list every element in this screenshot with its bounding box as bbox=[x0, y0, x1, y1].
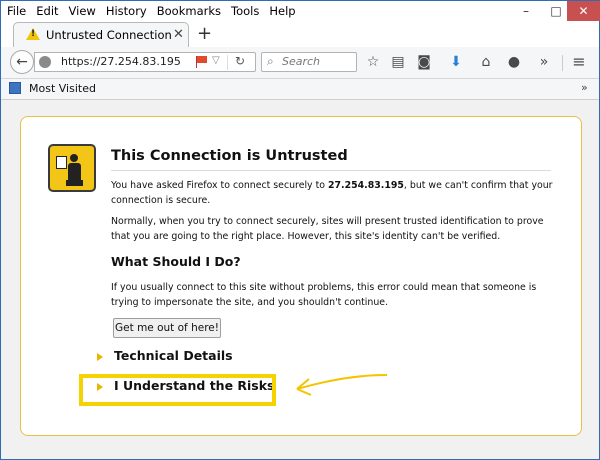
menu-edit[interactable]: Edit bbox=[31, 3, 63, 20]
error-page-container: This Connection is Untrusted You have as… bbox=[20, 116, 582, 436]
title-bar: File Edit View History Bookmarks Tools H… bbox=[1, 1, 600, 22]
tab-close-icon[interactable]: ✕ bbox=[173, 27, 184, 42]
home-icon[interactable]: ⌂ bbox=[478, 53, 494, 71]
intro-text: You have asked Firefox to connect secure… bbox=[111, 180, 328, 191]
menu-bookmarks[interactable]: Bookmarks bbox=[152, 3, 226, 20]
cert-paper bbox=[56, 156, 67, 169]
menu-tools[interactable]: Tools bbox=[226, 3, 264, 20]
menu-file[interactable]: File bbox=[7, 3, 31, 20]
advice-paragraph: If you usually connect to this site with… bbox=[111, 282, 537, 308]
what-should-i-do-heading: What Should I Do? bbox=[111, 254, 241, 269]
menu-bar: File Edit View History Bookmarks Tools H… bbox=[7, 3, 301, 20]
technical-details-expander[interactable]: Technical Details bbox=[114, 348, 233, 363]
url-divider bbox=[227, 55, 228, 70]
flag-icon bbox=[197, 56, 207, 63]
toolbar-divider bbox=[562, 55, 563, 71]
star-icon[interactable]: ☆ bbox=[365, 53, 381, 71]
hello-icon[interactable]: ● bbox=[506, 53, 522, 71]
close-window-button[interactable]: ✕ bbox=[567, 1, 600, 21]
menu-view[interactable]: View bbox=[64, 3, 101, 20]
bookmark-folder-icon bbox=[9, 82, 21, 94]
minimize-button[interactable]: – bbox=[509, 1, 543, 21]
tab-strip: ! Untrusted Connection ✕ + bbox=[1, 22, 599, 47]
officer-legs bbox=[66, 180, 83, 186]
host-name: 27.254.83.195 bbox=[327, 180, 404, 191]
menu-help[interactable]: Help bbox=[264, 3, 300, 20]
menu-icon[interactable]: ≡ bbox=[571, 53, 587, 71]
error-intro-paragraph: You have asked Firefox to connect secure… bbox=[111, 178, 557, 208]
browser-window: File Edit View History Bookmarks Tools H… bbox=[0, 0, 600, 460]
officer-head bbox=[70, 154, 78, 162]
reload-icon[interactable]: ↻ bbox=[235, 54, 245, 68]
untrusted-cert-icon bbox=[48, 144, 96, 192]
get-me-out-button[interactable]: Get me out of here! bbox=[113, 318, 221, 338]
new-tab-button[interactable]: + bbox=[197, 23, 212, 45]
warning-mark: ! bbox=[31, 29, 36, 39]
pocket-icon[interactable]: ◙ bbox=[416, 53, 432, 71]
url-bar[interactable]: https://27.254.83.195 ▽ ↻ bbox=[34, 52, 256, 72]
globe-icon bbox=[39, 56, 51, 68]
bookmarks-toolbar: Most Visited » bbox=[1, 79, 599, 100]
back-button[interactable]: ← bbox=[10, 50, 34, 74]
error-title: This Connection is Untrusted bbox=[111, 148, 551, 171]
menu-history[interactable]: History bbox=[101, 3, 152, 20]
highlight-box bbox=[79, 374, 276, 406]
most-visited-bookmark[interactable]: Most Visited bbox=[29, 82, 96, 95]
url-dropdown-icon[interactable]: ▽ bbox=[212, 55, 220, 66]
url-text[interactable]: https://27.254.83.195 bbox=[61, 55, 181, 68]
page-content: This Connection is Untrusted You have as… bbox=[1, 100, 599, 459]
tab-untrusted-connection[interactable]: ! Untrusted Connection ✕ bbox=[13, 22, 189, 47]
search-placeholder[interactable]: Search bbox=[282, 55, 320, 68]
navigation-toolbar: https://27.254.83.195 ▽ ↻ ← ⌕ Search ☆ ▤… bbox=[1, 47, 599, 79]
technical-details-triangle-icon[interactable] bbox=[97, 353, 103, 361]
overflow-icon[interactable]: » bbox=[536, 53, 552, 71]
error-explanation-paragraph: Normally, when you try to connect secure… bbox=[111, 216, 544, 242]
search-icon: ⌕ bbox=[267, 54, 274, 68]
bookmarks-chevron-icon[interactable]: » bbox=[581, 81, 588, 94]
reading-list-icon[interactable]: ▤ bbox=[390, 53, 406, 71]
officer-body bbox=[68, 163, 81, 180]
download-icon[interactable]: ⬇ bbox=[448, 53, 464, 71]
tab-title: Untrusted Connection bbox=[46, 28, 172, 42]
search-bar[interactable]: ⌕ Search bbox=[261, 52, 357, 72]
annotation-arrow-icon bbox=[296, 374, 388, 396]
